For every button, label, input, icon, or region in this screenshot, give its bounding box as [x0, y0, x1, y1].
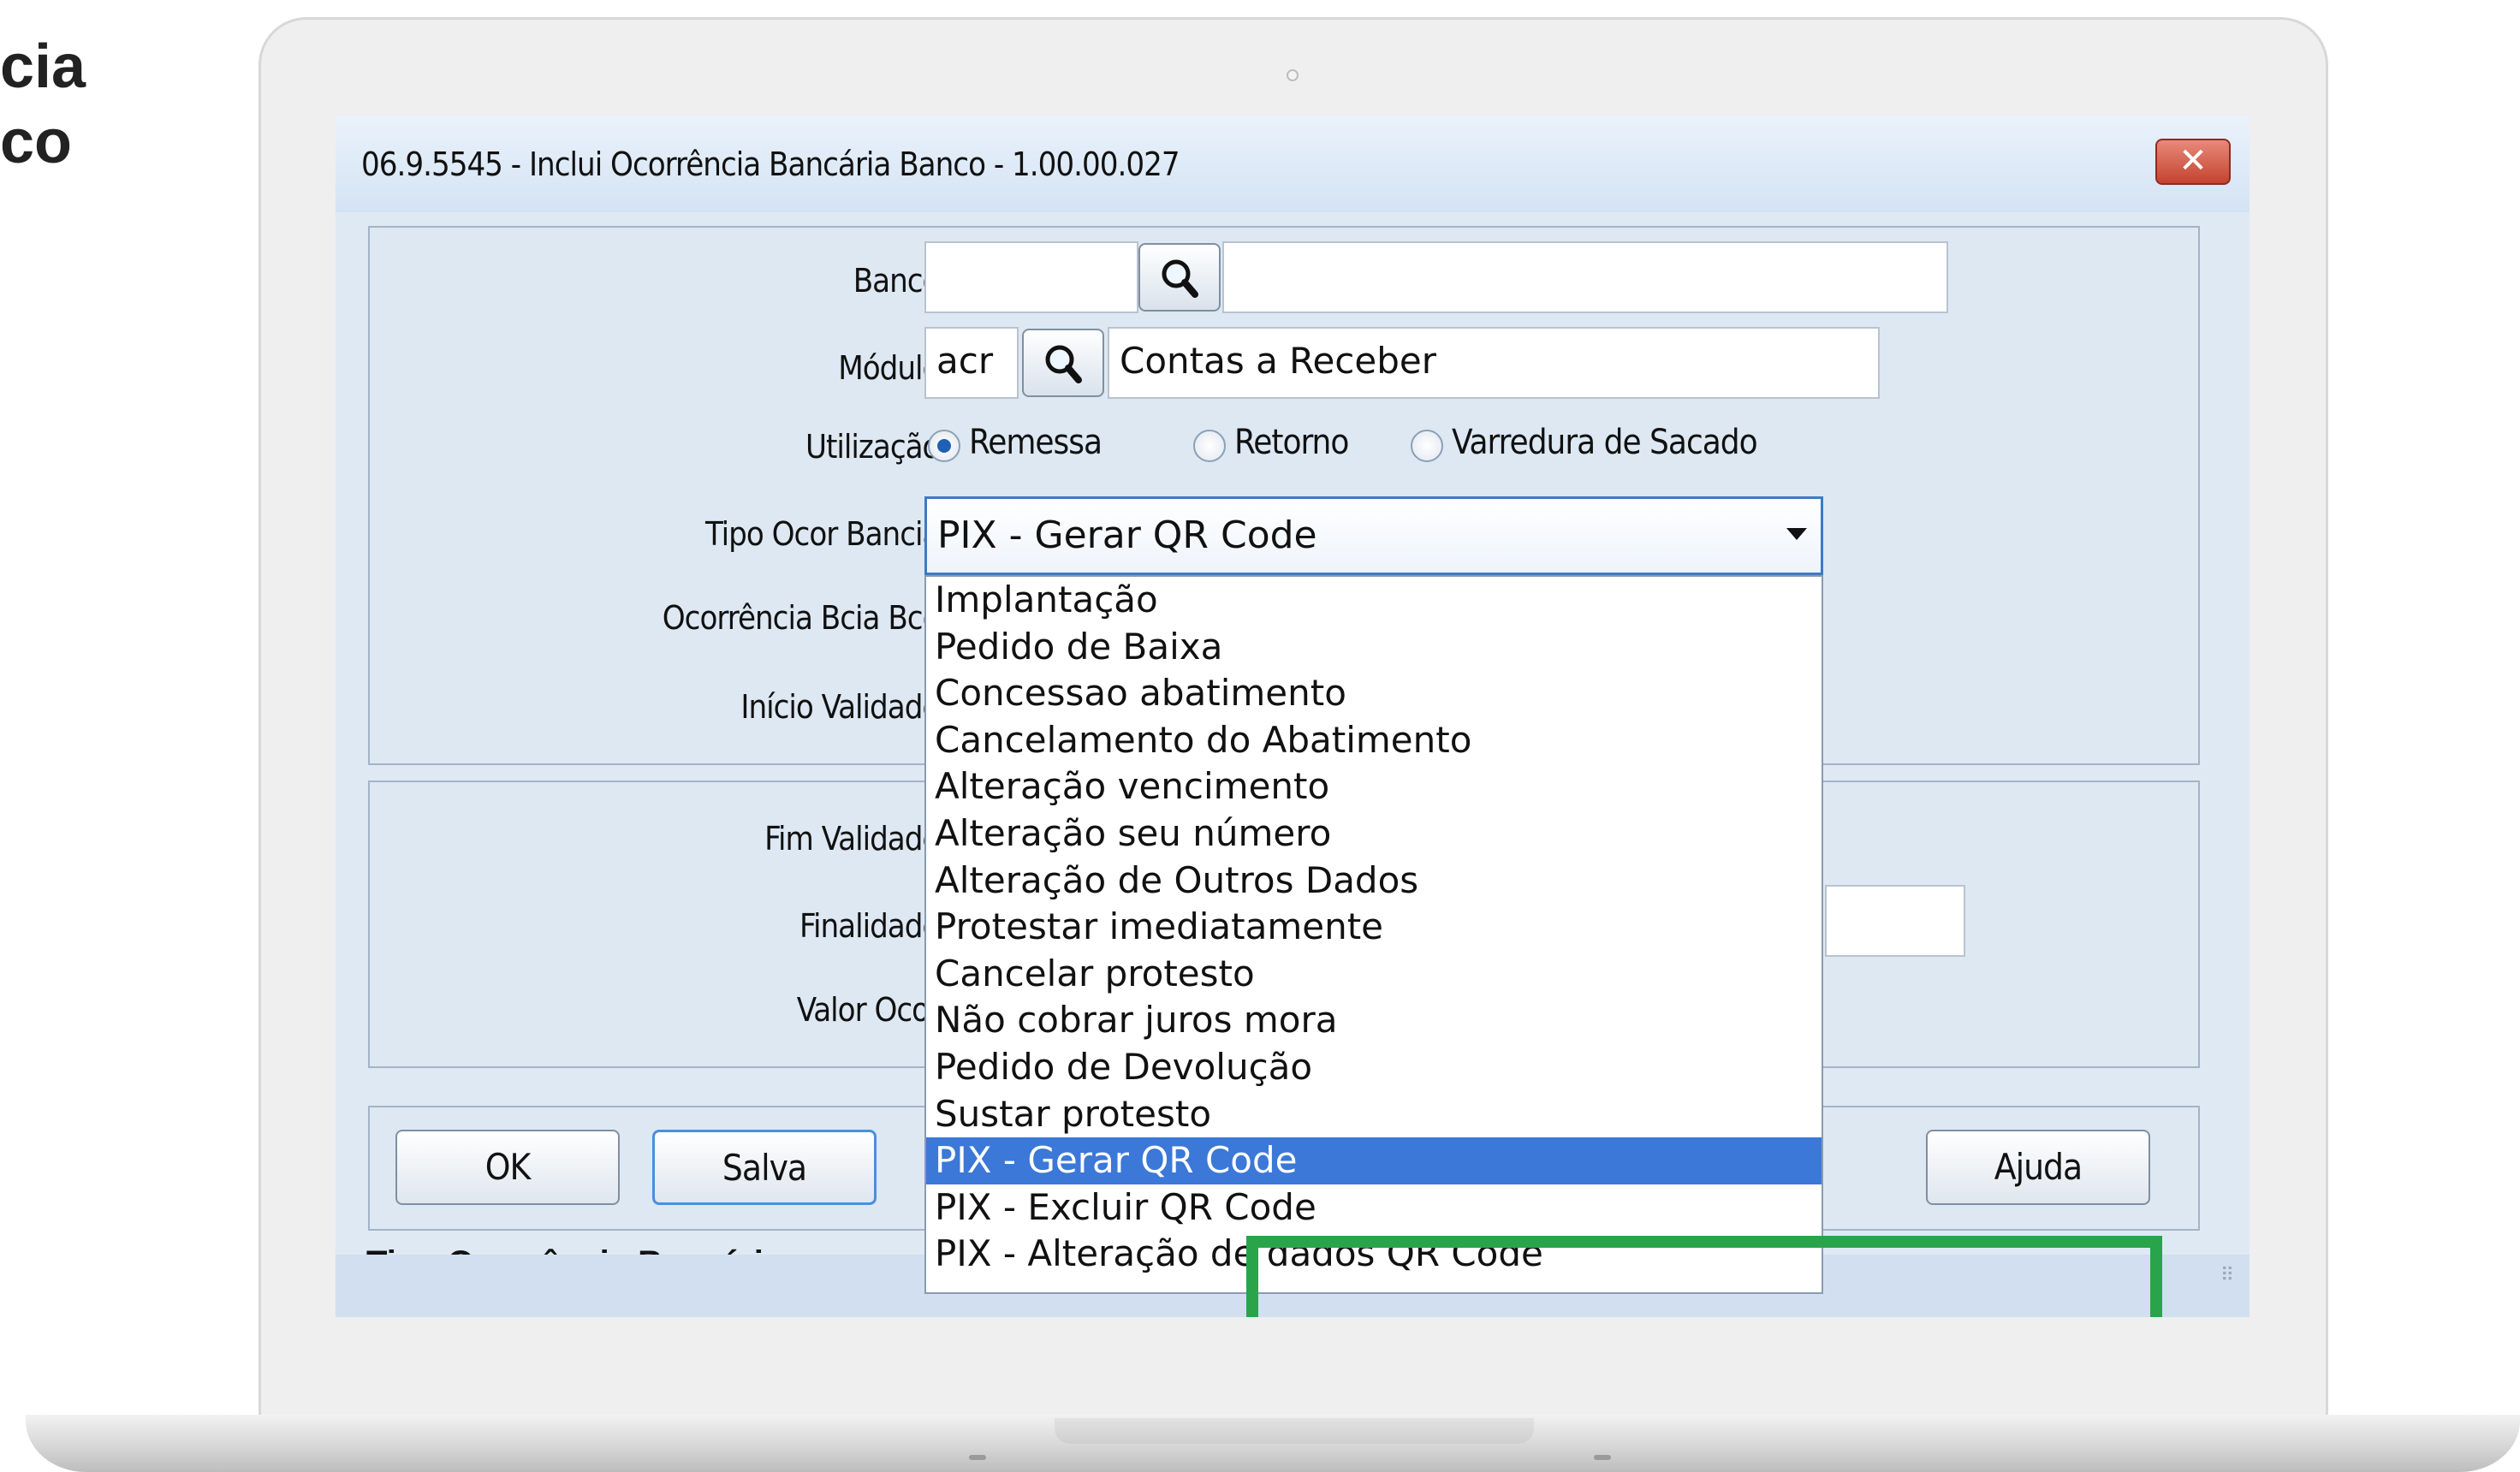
dropdown-option[interactable]: PIX - Alteração de dados QR Code: [926, 1231, 1822, 1278]
magnifier-icon: [1045, 345, 1082, 383]
dropdown-option[interactable]: Alteração seu número: [926, 810, 1822, 858]
salva-button[interactable]: Salva: [652, 1130, 877, 1205]
radio-retorno[interactable]: [1193, 430, 1226, 462]
dropdown-option[interactable]: Alteração de Outros Dados: [926, 858, 1822, 905]
dropdown-option[interactable]: Pedido de Devolução: [926, 1044, 1822, 1091]
fim-validade-label: Fim Validade:: [764, 820, 949, 858]
radio-remessa-label: Remessa: [969, 423, 1102, 462]
resize-grip-icon[interactable]: ⠿: [2220, 1265, 2234, 1286]
camera-icon: [1287, 69, 1299, 81]
dropdown-option[interactable]: Concessao abatimento: [926, 670, 1822, 717]
modulo-search-button[interactable]: [1022, 329, 1104, 397]
app-window: 06.9.5545 - Inclui Ocorrência Bancária B…: [336, 116, 2250, 1317]
laptop-foot: [969, 1455, 986, 1460]
radio-retorno-label: Retorno: [1234, 423, 1349, 462]
radio-remessa[interactable]: [928, 430, 960, 462]
tipo-ocor-combobox[interactable]: PIX - Gerar QR Code: [924, 496, 1823, 575]
utilizacao-label: Utilização:: [805, 428, 949, 466]
inicio-validade-label: Início Validade:: [740, 688, 949, 726]
ocorrencia-bcia-bco-label: Ocorrência Bcia Bco:: [662, 599, 949, 637]
dropdown-option[interactable]: PIX - Excluir QR Code: [926, 1184, 1822, 1232]
finalidade-field[interactable]: [1825, 885, 1965, 957]
banco-code-field[interactable]: [924, 241, 1138, 313]
dropdown-option-selected[interactable]: PIX - Gerar QR Code: [926, 1137, 1822, 1184]
radio-varredura-label: Varredura de Sacado: [1452, 423, 1758, 462]
tipo-ocor-dropdown-list: Implantação Pedido de Baixa Concessao ab…: [924, 575, 1823, 1294]
tipo-ocor-label: Tipo Ocor Bancia:: [704, 515, 949, 553]
dropdown-option[interactable]: Não cobrar juros mora: [926, 997, 1822, 1044]
dropdown-option[interactable]: Alteração vencimento: [926, 763, 1822, 810]
dropdown-option[interactable]: Sustar protesto: [926, 1091, 1822, 1138]
title-bar: 06.9.5545 - Inclui Ocorrência Bancária B…: [336, 116, 2250, 212]
modulo-code-field[interactable]: acr: [924, 327, 1019, 399]
dropdown-option[interactable]: Implantação: [926, 577, 1822, 624]
dropdown-option[interactable]: Protestar imediatamente: [926, 904, 1822, 951]
radio-varredura[interactable]: [1411, 430, 1443, 462]
side-heading-line1: cia: [0, 33, 86, 101]
chevron-down-icon[interactable]: [1786, 528, 1807, 540]
banco-description-field: [1222, 241, 1948, 313]
close-button[interactable]: ✕: [2155, 139, 2231, 185]
side-heading-line2: co: [0, 108, 73, 176]
dropdown-option[interactable]: Cancelamento do Abatimento: [926, 717, 1822, 764]
laptop-foot: [1594, 1455, 1611, 1460]
ok-button[interactable]: OK: [395, 1130, 620, 1205]
modulo-description-field: Contas a Receber: [1108, 327, 1880, 399]
dropdown-option[interactable]: Pedido de Baixa: [926, 624, 1822, 671]
dropdown-option[interactable]: Cancelar protesto: [926, 951, 1822, 998]
banco-search-button[interactable]: [1138, 243, 1221, 312]
tipo-ocor-selected-value: PIX - Gerar QR Code: [937, 513, 1317, 557]
ajuda-button[interactable]: Ajuda: [1926, 1130, 2150, 1205]
magnifier-icon: [1162, 259, 1198, 298]
laptop-notch: [1055, 1418, 1534, 1444]
window-title: 06.9.5545 - Inclui Ocorrência Bancária B…: [361, 145, 1180, 183]
